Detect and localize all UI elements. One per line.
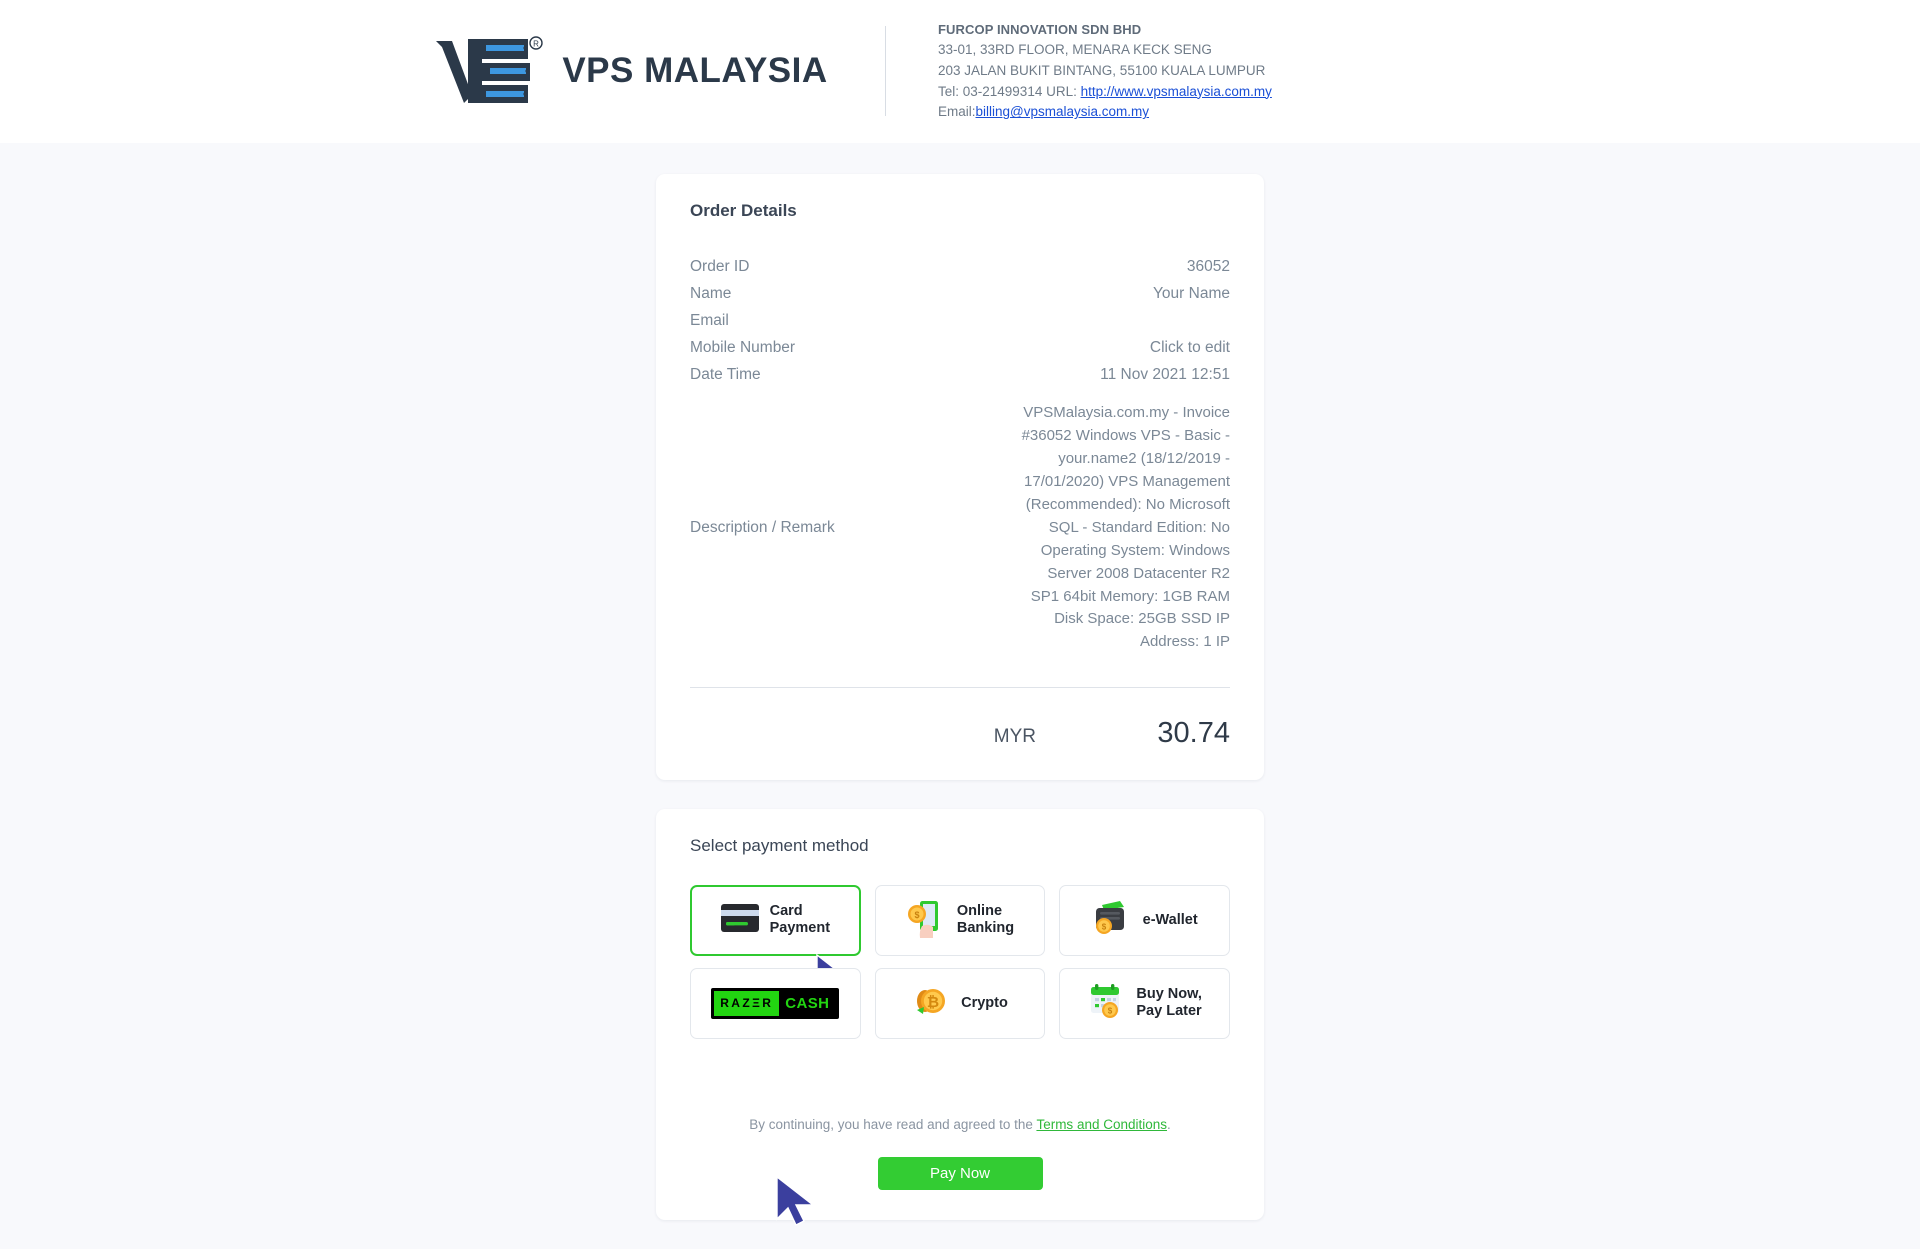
order-details-card: Order Details Order ID 36052 Name Your N…: [656, 174, 1264, 780]
order-row-email: Email: [690, 307, 1230, 334]
vps-malaysia-logo-icon: R: [432, 33, 544, 109]
terms-suffix: .: [1167, 1116, 1171, 1132]
email-label: Email: [690, 311, 729, 329]
pay-now-button[interactable]: Pay Now: [877, 1156, 1043, 1190]
order-row-mobile[interactable]: Mobile Number Click to edit: [690, 334, 1230, 361]
mouse-cursor-icon: [775, 1175, 821, 1232]
name-label: Name: [690, 284, 732, 302]
company-website-link[interactable]: http://www.vpsmalaysia.com.my: [1081, 84, 1272, 99]
razer-cash-logo: RAZΞR CASH: [711, 987, 840, 1019]
terms-notice: By continuing, you have read and agreed …: [690, 1117, 1230, 1132]
mobile-number-label: Mobile Number: [690, 338, 796, 356]
email-label: Email:: [938, 104, 976, 120]
description-label: Description / Remark: [690, 519, 835, 537]
company-address-line-1: 33-01, 33RD FLOOR, MENARA KECK SENG: [938, 41, 1212, 57]
order-row-description: Description / Remark VPSMalaysia.com.my …: [690, 388, 1230, 659]
online-banking-icon: $: [906, 898, 946, 943]
brand-logo: R VPS MALAYSIA: [415, 33, 845, 109]
currency-label: MYR: [993, 725, 1036, 747]
calendar-coin-icon: $: [1087, 983, 1125, 1024]
mobile-number-value[interactable]: Click to edit: [1150, 339, 1230, 357]
order-row-datetime: Date Time 11 Nov 2021 12:51: [690, 361, 1230, 388]
payment-method-title: Select payment method: [690, 835, 869, 855]
bitcoin-icon: ₿: [912, 983, 950, 1024]
order-row-order-id: Order ID 36052: [690, 253, 1230, 280]
razer-cash-logo-right: CASH: [785, 994, 830, 1012]
payment-method-crypto[interactable]: ₿ Crypto: [874, 967, 1046, 1039]
company-address-line-2: 203 JALAN BUKIT BINTANG, 55100 KUALA LUM…: [938, 62, 1266, 78]
svg-text:$: $: [1108, 1006, 1113, 1015]
payment-method-label: Crypto: [961, 994, 1008, 1011]
payment-method-online-banking[interactable]: $ Online Banking: [874, 884, 1046, 956]
order-total: MYR 30.74: [690, 688, 1230, 750]
payment-method-card-payment[interactable]: Card Payment: [690, 884, 861, 1004]
order-row-name: Name Your Name: [690, 280, 1230, 307]
terms-and-conditions-link[interactable]: Terms and Conditions: [1036, 1117, 1167, 1132]
terms-prefix: By continuing, you have read and agreed …: [749, 1116, 1037, 1132]
date-time-label: Date Time: [690, 365, 761, 383]
e-wallet-icon: $: [1092, 900, 1132, 941]
name-value: Your Name: [1153, 284, 1230, 302]
svg-text:R: R: [533, 40, 539, 49]
svg-text:₿: ₿: [927, 994, 939, 1011]
order-id-label: Order ID: [690, 257, 750, 275]
svg-text:$: $: [1101, 922, 1106, 931]
payment-method-label: Online Banking: [956, 903, 1015, 937]
payment-method-label: Card Payment: [769, 903, 831, 937]
page-body: Order Details Order ID 36052 Name Your N…: [0, 143, 1920, 1249]
header-divider: [885, 26, 886, 117]
company-info: FURCOP INNOVATION SDN BHD 33-01, 33RD FL…: [938, 20, 1272, 124]
payment-method-grid: Card Payment $ Online Banking $ e-Wallet…: [690, 884, 1230, 1039]
credit-card-icon: [720, 903, 759, 937]
payment-method-buy-now-pay-later[interactable]: $ Buy Now, Pay Later: [1059, 967, 1230, 1039]
total-amount: 30.74: [1157, 716, 1230, 749]
payment-method-razer-cash[interactable]: RAZΞR CASH: [690, 967, 861, 1039]
company-email-link[interactable]: billing@vpsmalaysia.com.my: [976, 104, 1150, 119]
pay-now-container: Pay Now: [690, 1156, 1230, 1226]
brand-name: VPS MALAYSIA: [562, 51, 828, 91]
svg-text:$: $: [914, 910, 919, 920]
payment-method-card: Select payment method Card Payment $ Onl…: [656, 808, 1264, 1226]
company-tel: Tel: 03-21499314 URL:: [938, 83, 1081, 99]
date-time-value: 11 Nov 2021 12:51: [1100, 365, 1230, 383]
description-value: VPSMalaysia.com.my - Invoice #36052 Wind…: [1021, 404, 1230, 651]
page-header: R VPS MALAYSIA FURCOP INNOVATION SDN BHD…: [0, 0, 1920, 143]
razer-cash-logo-left: RAZΞR: [714, 990, 780, 1016]
order-details-title: Order Details: [690, 201, 797, 220]
payment-method-label: e-Wallet: [1142, 911, 1198, 928]
company-tel-url: Tel: 03-21499314 URL: http://www.vpsmala…: [938, 82, 1272, 103]
payment-method-label: Buy Now, Pay Later: [1136, 986, 1202, 1020]
order-id-value: 36052: [1186, 257, 1230, 275]
payment-method-e-wallet[interactable]: $ e-Wallet: [1059, 884, 1230, 956]
company-name: FURCOP INNOVATION SDN BHD: [938, 21, 1142, 37]
company-email-row: Email:billing@vpsmalaysia.com.my: [938, 102, 1272, 123]
